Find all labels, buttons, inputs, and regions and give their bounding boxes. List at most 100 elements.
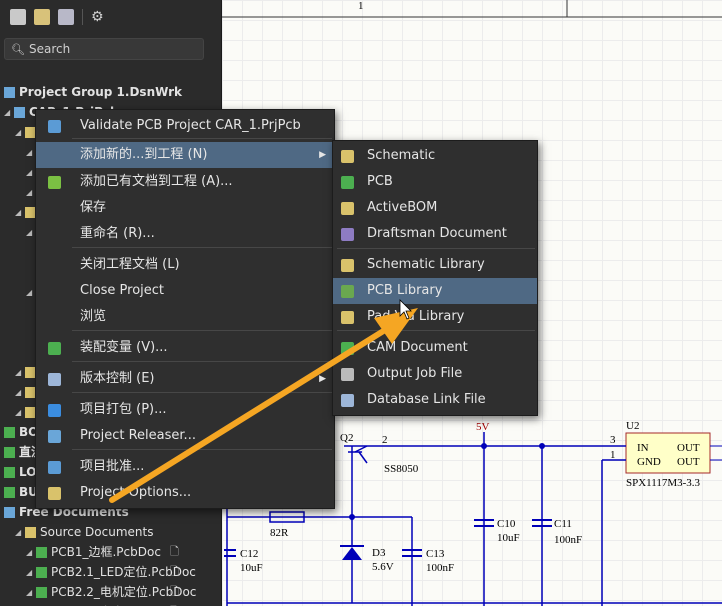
expand-triangle-icon[interactable]: ◢ [15,403,23,423]
tree-item[interactable]: ◢ Source Documents [0,522,222,542]
tree-item[interactable]: ◢ PCB2.1_LED定位.PcbDoc 🗋 [0,562,222,582]
document-icon [4,507,15,518]
context-menu-item-label: Project Options... [80,485,192,500]
menu-separator [72,392,332,393]
menu-separator [337,248,535,249]
context-menu-item[interactable]: Project Options... [36,480,334,506]
c11-designator: C11 [554,518,572,530]
context-menu-item-label: 项目打包 (P)... [80,402,167,417]
u2-pin-out: OUT [677,442,700,454]
submenu-arrow-icon: ▶ [319,150,326,160]
submenu-item[interactable]: ActiveBOM [333,195,537,221]
refresh-project-icon[interactable] [58,9,74,25]
context-menu-item-label: Project Releaser... [80,428,196,443]
tree-item-label: Source Documents [40,525,154,539]
context-menu-item[interactable]: Project Releaser... [36,423,334,449]
context-menu-item[interactable]: 添加新的...到工程 (N) ▶ [36,142,334,168]
projects-toolbar: ⚙ [0,0,221,34]
add-existing-icon [48,176,61,189]
expand-triangle-icon[interactable]: ◢ [26,603,34,606]
context-menu-item-label: 装配变量 (V)... [80,340,168,355]
submenu-item[interactable]: Output Job File [333,361,537,387]
context-menu-item[interactable]: 版本控制 (E) ▶ [36,366,334,392]
releaser-icon [48,430,61,443]
expand-triangle-icon[interactable]: ◢ [15,383,23,403]
context-menu-item[interactable]: 重命名 (R)... [36,221,334,247]
document-icon [4,447,15,458]
d3-value: 5.6V [372,561,394,573]
document-status-icon: 🗋 [170,602,179,606]
expand-triangle-icon[interactable]: ◢ [26,163,34,183]
context-menu-item-label: Close Project [80,283,165,298]
context-menu-item[interactable]: 保存 [36,195,334,221]
cam-icon [341,342,354,355]
context-menu-item[interactable]: 添加已有文档到工程 (A)... [36,169,334,195]
context-menu-item[interactable]: 项目打包 (P)... [36,397,334,423]
context-menu-item-label: 重命名 (R)... [80,226,155,241]
expand-triangle-icon[interactable]: ◢ [26,543,34,563]
d3-symbol[interactable] [342,547,362,560]
expand-triangle-icon[interactable]: ◢ [26,223,34,243]
submenu-item-label: ActiveBOM [367,200,438,215]
document-icon [36,587,47,598]
submenu-arrow-icon: ▶ [319,374,326,384]
expand-triangle-icon[interactable]: ◢ [15,123,23,143]
context-menu-item-label: 浏览 [80,309,107,324]
open-document-icon[interactable] [10,9,26,25]
expand-triangle-icon[interactable]: ◢ [26,583,34,603]
context-menu-item-label: Validate PCB Project CAR_1.PrjPcb [80,118,301,133]
submenu-item[interactable]: Draftsman Document [333,221,537,247]
expand-triangle-icon[interactable]: ◢ [4,103,12,123]
document-status-icon: 🗋 [170,545,179,558]
submenu-item-label: PCB Library [367,283,443,298]
context-menu-item[interactable]: 浏览 [36,304,334,330]
pcb-icon [341,176,354,189]
submenu-item[interactable]: CAM Document [333,335,537,361]
context-menu-item[interactable]: 装配变量 (V)... [36,335,334,361]
expand-triangle-icon[interactable]: ◢ [26,283,34,303]
u2-pin1-number: 1 [610,449,616,461]
tree-item[interactable]: ◢ PCB2.2_电机定位.PcbDoc 🗋 [0,582,222,602]
expand-triangle-icon[interactable]: ◢ [15,363,23,383]
tree-item[interactable]: Project Group 1.DsnWrk [0,82,222,102]
expand-triangle-icon[interactable]: ◢ [15,203,23,223]
submenu-item-label: CAM Document [367,340,468,355]
context-menu-item[interactable]: Close Project [36,278,334,304]
submenu-item[interactable]: Pad Via Library [333,304,537,330]
q2-symbol[interactable] [344,445,377,473]
open-folder-icon[interactable] [34,9,50,25]
document-icon [4,467,15,478]
submenu-item[interactable]: Schematic [333,143,537,169]
submenu-item-label: PCB [367,174,393,189]
tree-item-label: PCB1_边框.PcbDoc [51,545,161,559]
menu-separator [72,247,332,248]
context-menu-item[interactable]: 关闭工程文档 (L) [36,252,334,278]
document-icon [4,487,15,498]
c12-designator: C12 [240,548,258,560]
document-icon [14,107,25,118]
submenu-item[interactable]: Database Link File [333,387,537,413]
context-menu-item[interactable]: Validate PCB Project CAR_1.PrjPcb [36,113,334,139]
search-icon: 🔍︎ [11,42,25,56]
u2-designator: U2 [626,420,639,432]
expand-triangle-icon[interactable]: ◢ [26,183,34,203]
submenu-item[interactable]: PCB Library [333,278,537,304]
q2-designator: Q2 [340,432,353,444]
expand-triangle-icon[interactable]: ◢ [26,563,34,583]
tree-item[interactable]: ◢PCB2.3_充电.PcbDoc🗋 [0,602,222,606]
c10-designator: C10 [497,518,516,530]
submenu-item[interactable]: PCB [333,169,537,195]
expand-triangle-icon[interactable]: ◢ [15,523,23,543]
gear-icon[interactable]: ⚙ [91,9,104,25]
search-input[interactable]: 🔍︎ Search [4,38,204,60]
outjob-icon [341,368,354,381]
net-label-5v[interactable]: 5V [476,421,490,433]
u2-pin-out2: OUT [677,456,700,468]
project-context-menu: Validate PCB Project CAR_1.PrjPcb 添加新的...… [35,109,335,509]
padvia-icon [341,311,354,324]
submenu-item[interactable]: Schematic Library [333,252,537,278]
context-menu-item[interactable]: 项目批准... [36,454,334,480]
tree-item[interactable]: ◢ PCB1_边框.PcbDoc 🗋 [0,542,222,562]
expand-triangle-icon[interactable]: ◢ [26,143,34,163]
submenu-item-label: Database Link File [367,392,486,407]
